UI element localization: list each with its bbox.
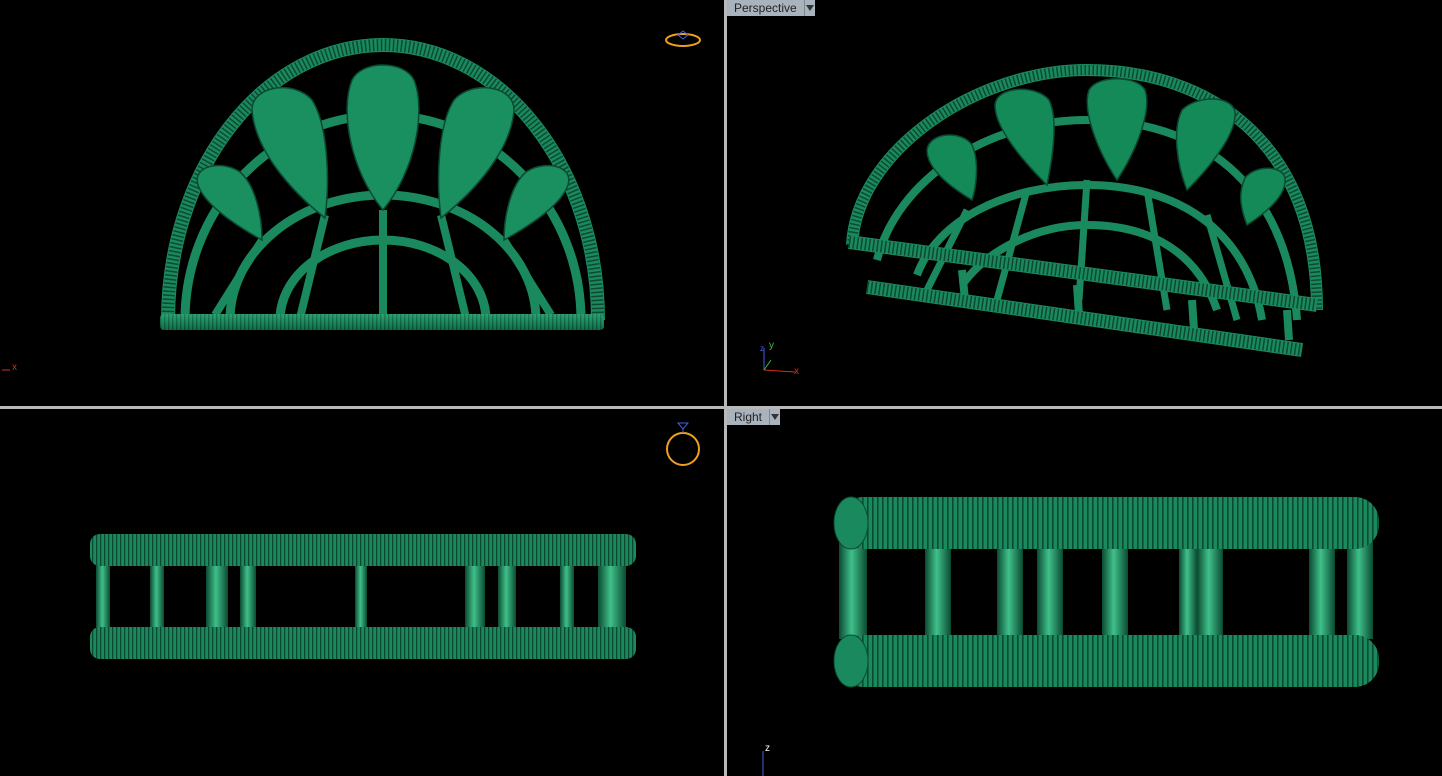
model-perspective-view [846,63,1323,357]
axis-x-label: x [12,362,17,373]
axis-y-label: y [769,340,774,351]
viewport-perspective[interactable]: Perspective x y z [727,0,1442,406]
viewport-right[interactable]: Right z [727,409,1442,776]
viewport-splitter-horizontal[interactable] [0,406,1442,409]
axis-z-label: z [760,344,764,353]
viewport-top[interactable]: x [0,0,724,406]
model-top-view [160,38,605,330]
axis-z-label: z [765,743,770,754]
viewport-splitter-vertical[interactable] [724,0,727,776]
axis-x-label: x [794,366,799,377]
model-front-view [90,534,636,659]
ring-icon[interactable] [664,419,702,471]
viewport-front[interactable] [0,409,724,776]
ring-icon[interactable] [664,30,702,50]
model-right-view [833,496,1379,688]
